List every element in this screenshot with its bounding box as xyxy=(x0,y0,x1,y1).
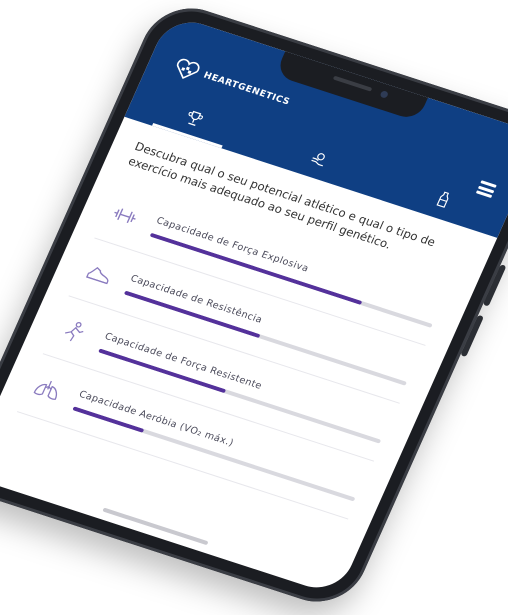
running-shoe-icon xyxy=(77,256,121,292)
logo-text: HEARTGENETICS xyxy=(201,70,292,108)
phone-screen: HEARTGENETICS Descubra qual o seu potenc… xyxy=(0,13,508,597)
trophy-icon xyxy=(188,110,204,127)
hand-apple-icon xyxy=(311,153,325,167)
runner-icon xyxy=(52,313,96,349)
dumbbell-icon xyxy=(103,198,147,234)
heart-logo-icon xyxy=(176,58,200,80)
speaker xyxy=(332,75,373,92)
lungs-icon xyxy=(26,371,70,407)
phone-mockup: HEARTGENETICS Descubra qual o seu potenc… xyxy=(0,0,508,614)
bottle-icon xyxy=(436,191,449,208)
camera xyxy=(379,90,389,99)
